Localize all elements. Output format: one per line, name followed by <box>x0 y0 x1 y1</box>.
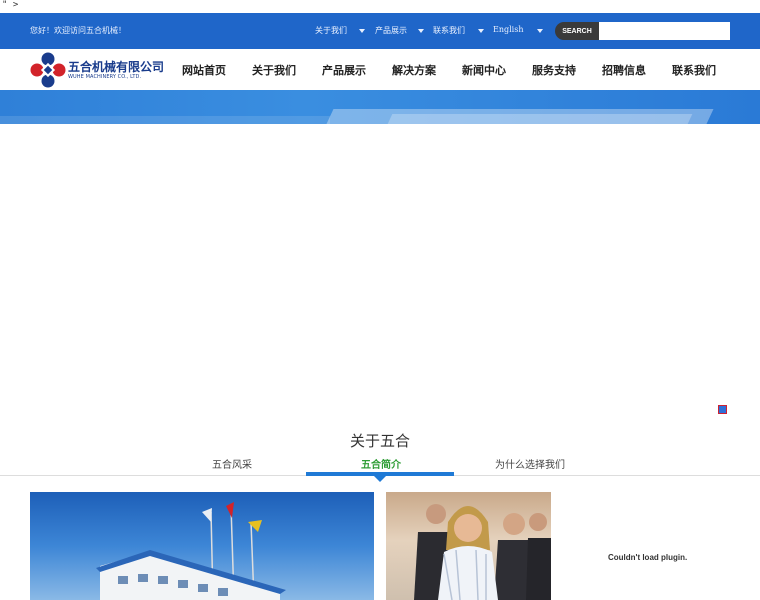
top-link-english[interactable]: English <box>493 25 524 34</box>
chevron-down-icon[interactable] <box>537 29 543 33</box>
tab-intro[interactable]: 五合简介 <box>361 456 401 471</box>
company-logo-icon[interactable] <box>30 52 66 88</box>
factory-photo <box>30 492 374 600</box>
company-name-cn: 五合机械有限公司 <box>68 60 165 74</box>
nav-item-about[interactable]: 关于我们 <box>252 62 296 78</box>
stray-markup-text: " > <box>2 0 19 10</box>
top-link-about[interactable]: 关于我们 <box>315 25 347 36</box>
nav-item-support[interactable]: 服务支持 <box>532 62 576 78</box>
main-nav: 五合机械有限公司 WUHE MACHINERY CO., LTD. 网站首页 关… <box>0 49 760 90</box>
nav-item-contact[interactable]: 联系我们 <box>672 62 716 78</box>
nav-item-solutions[interactable]: 解决方案 <box>392 62 436 78</box>
plugin-error-message: Couldn't load plugin. <box>608 553 688 562</box>
section-title-about: 关于五合 <box>349 432 410 450</box>
nav-item-home[interactable]: 网站首页 <box>182 62 226 78</box>
top-link-products[interactable]: 产品展示 <box>375 25 407 36</box>
search-input[interactable] <box>599 22 730 40</box>
top-bar: 您好！欢迎访问五合机械！ 关于我们 产品展示 联系我们 English SEAR… <box>0 13 760 49</box>
top-link-contact[interactable]: 联系我们 <box>433 25 465 36</box>
team-photo <box>386 492 551 600</box>
nav-item-news[interactable]: 新闻中心 <box>462 62 506 78</box>
company-name-en: WUHE MACHINERY CO., LTD. <box>68 74 142 80</box>
banner-decoration <box>0 116 330 124</box>
banner-decoration <box>387 114 693 124</box>
hero-banner <box>0 90 760 124</box>
welcome-text: 您好！欢迎访问五合机械！ <box>30 26 126 35</box>
chevron-down-icon[interactable] <box>478 29 484 33</box>
chevron-down-icon[interactable] <box>359 29 365 33</box>
chevron-down-icon[interactable] <box>418 29 424 33</box>
nav-item-jobs[interactable]: 招聘信息 <box>602 62 646 78</box>
tab-style[interactable]: 五合风采 <box>212 456 252 471</box>
tab-why-us[interactable]: 为什么选择我们 <box>495 456 565 471</box>
caret-down-icon <box>374 476 386 482</box>
nav-item-products[interactable]: 产品展示 <box>322 62 366 78</box>
search-button[interactable]: SEARCH <box>555 22 599 40</box>
scroll-top-icon[interactable] <box>718 405 727 414</box>
